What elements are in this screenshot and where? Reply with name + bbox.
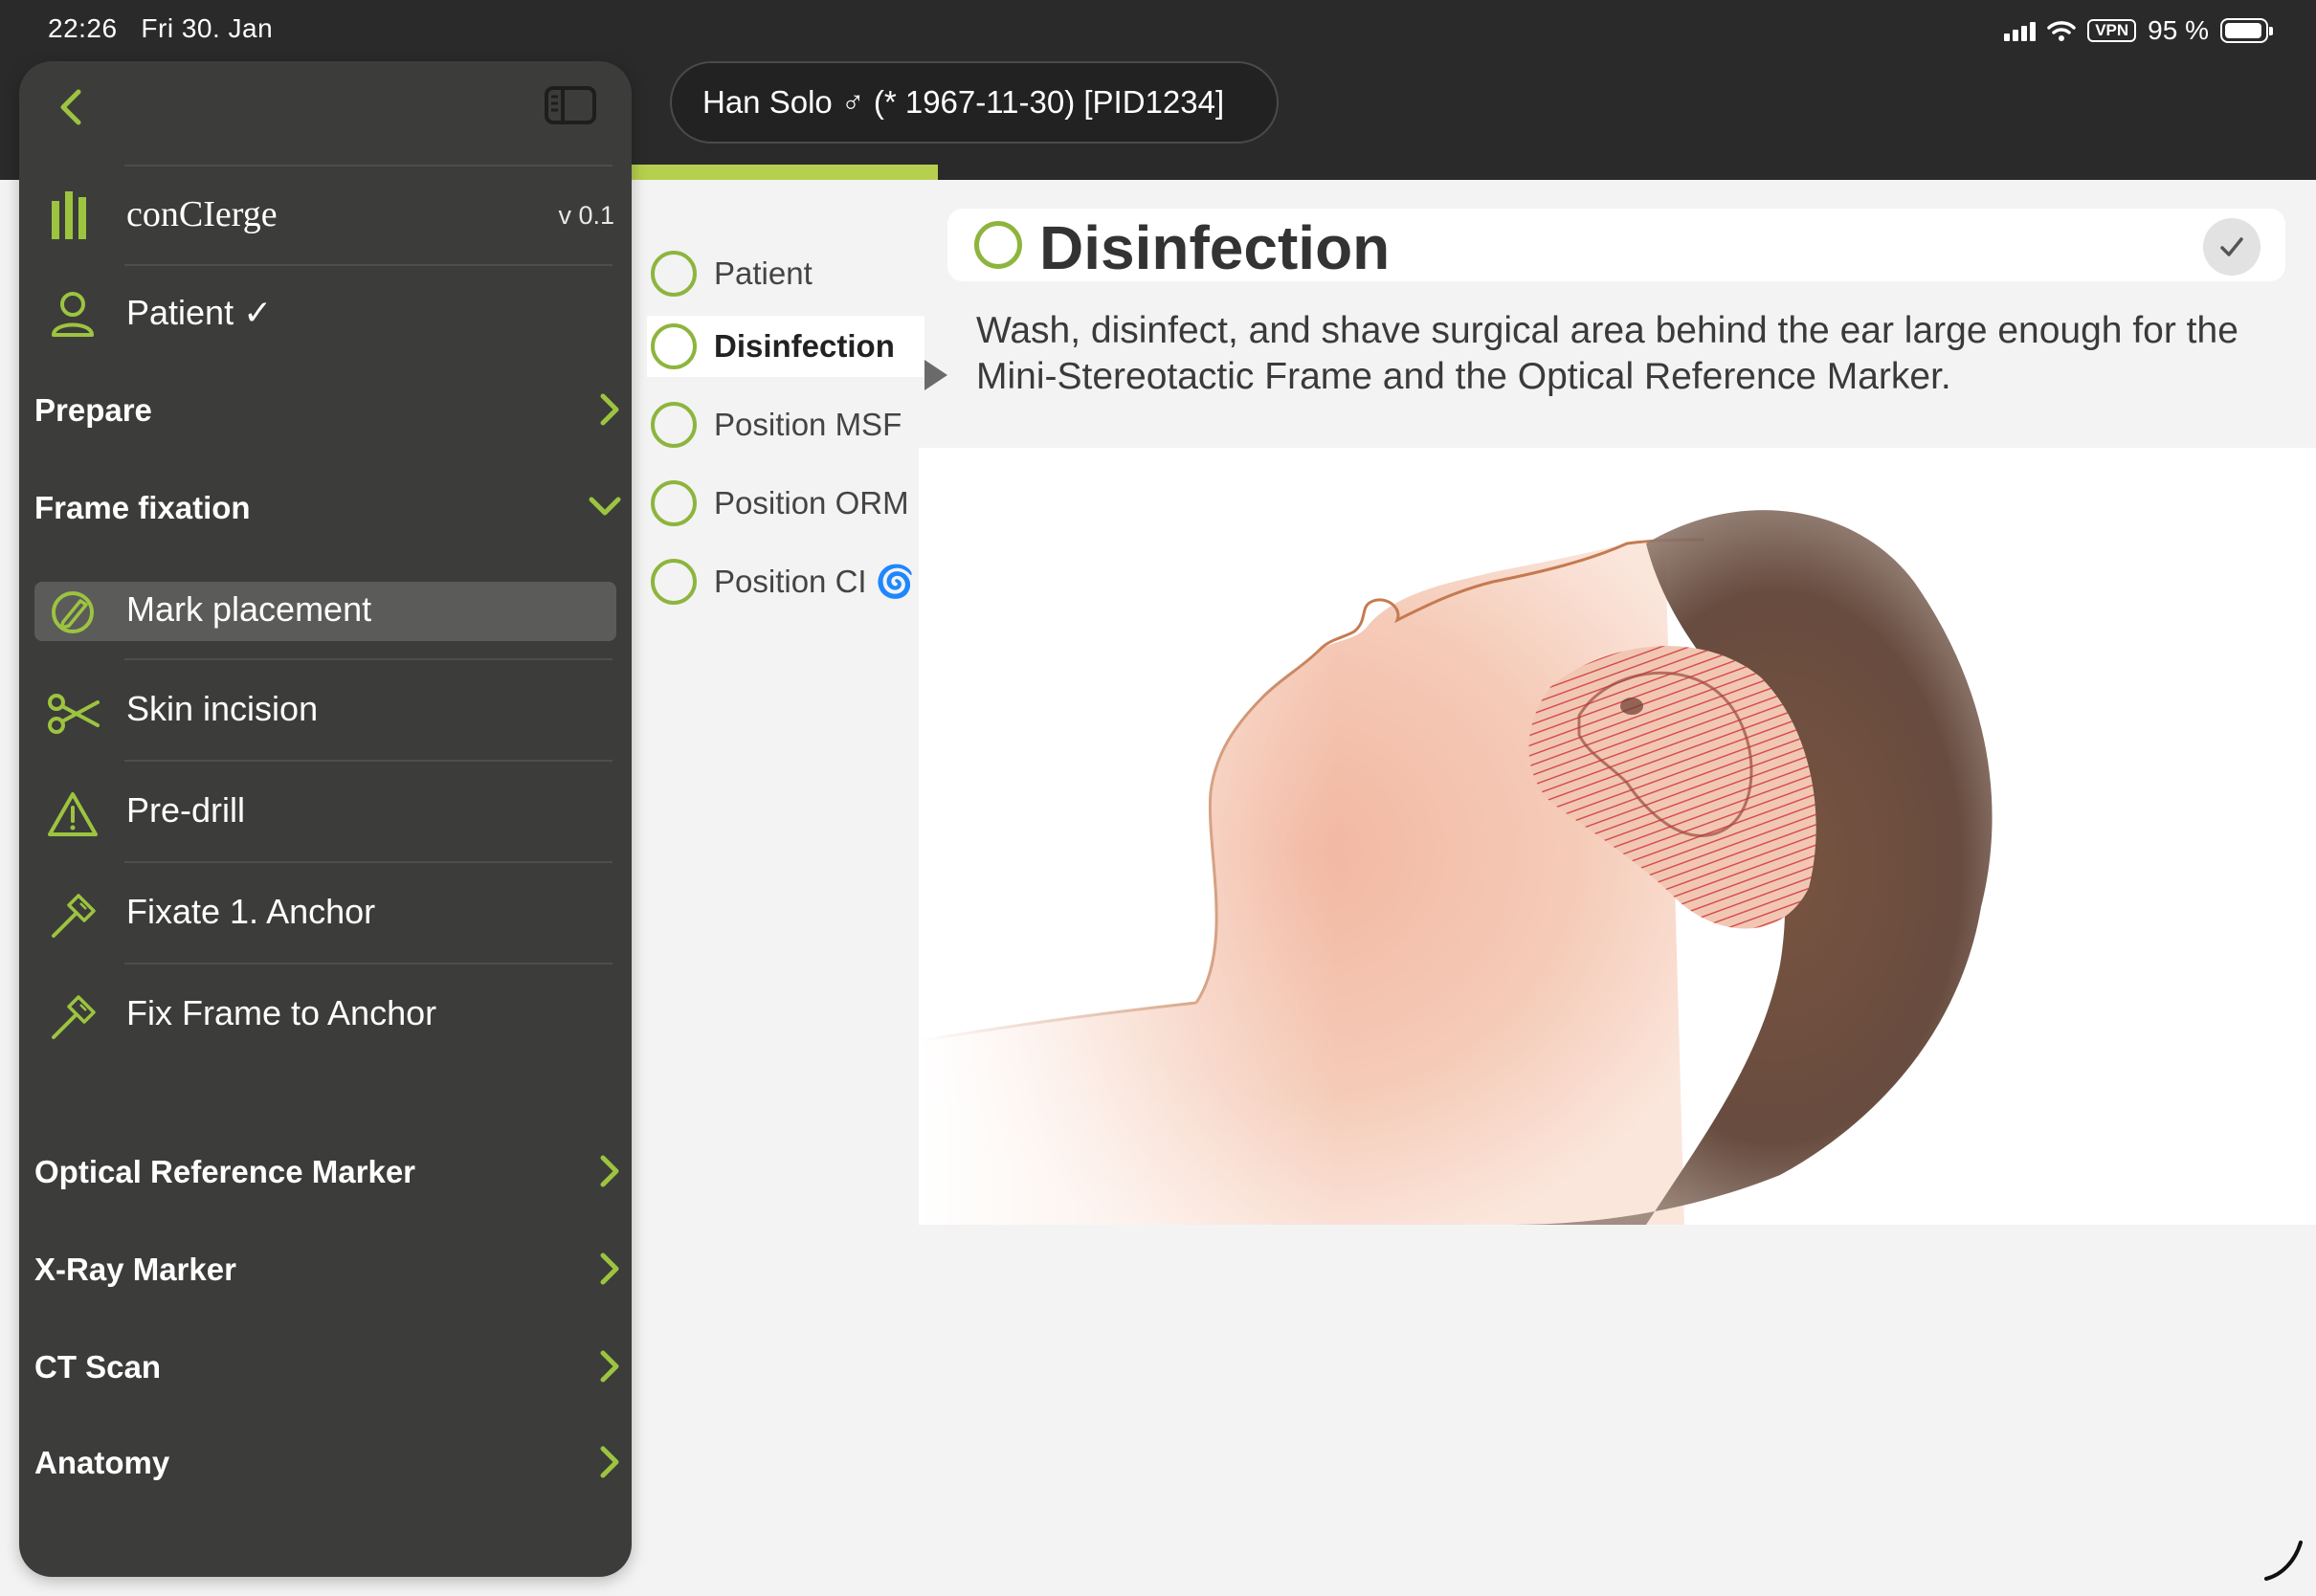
sidebar-section-anatomy[interactable]: Anatomy (19, 1420, 632, 1512)
chevron-right-icon (600, 1446, 619, 1478)
app-version: v 0.1 (558, 201, 614, 230)
chevron-right-icon (600, 1155, 619, 1187)
sidebar-item-label: Pre-drill (126, 790, 246, 830)
step-patient[interactable]: Patient (647, 243, 924, 304)
step-title-card: Disinfection (947, 209, 2285, 282)
sidebar-section-ct-scan[interactable]: CT Scan (19, 1324, 632, 1416)
sidebar-section-label: X-Ray Marker (34, 1252, 236, 1287)
divider (124, 760, 612, 762)
sidebar-section-x-ray-marker[interactable]: X-Ray Marker (19, 1227, 632, 1319)
sidebar-section-frame-fixation[interactable]: Frame fixation (19, 463, 632, 555)
chevron-down-icon (589, 497, 621, 516)
step-label: Position MSF (714, 407, 902, 442)
sidebar-section-prepare[interactable]: Prepare (19, 366, 632, 457)
step-label: Position ORM (714, 485, 909, 521)
step-label: Disinfection (714, 328, 895, 364)
sidebar-item-patient[interactable]: Patient ✓ (19, 264, 632, 366)
person-icon (52, 292, 94, 337)
complete-step-button[interactable] (2203, 218, 2260, 276)
patient-header-pill[interactable]: Han Solo ♂ (* 1967-11-30) [PID1234] (670, 61, 1279, 144)
battery-level-fill (2225, 23, 2261, 38)
sidebar-section-label: Optical Reference Marker (34, 1154, 416, 1189)
chevron-right-icon (600, 1252, 619, 1285)
screwdriver-icon (52, 894, 96, 938)
scissors-icon (48, 694, 100, 734)
status-time: 22:26 Fri 30. Jan (48, 13, 273, 44)
sidebar: conCIerge v 0.1 Patient ✓ Prepare Frame … (19, 61, 632, 1577)
sidebar-item-label: Fix Frame to Anchor (126, 993, 437, 1032)
battery-icon (2220, 18, 2273, 43)
sidebar-section-optical-reference-marker[interactable]: Optical Reference Marker (19, 1129, 632, 1221)
divider (124, 963, 612, 964)
checkmark-icon (2220, 237, 2243, 256)
sidebar-section-label: Frame fixation (34, 490, 251, 525)
wifi-icon (2047, 21, 2076, 41)
vpn-badge: VPN (2087, 19, 2137, 42)
chevron-right-icon (600, 393, 619, 426)
step-status-circle-icon (651, 402, 697, 448)
step-status-circle-icon (651, 480, 697, 526)
app-brand-row: conCIerge v 0.1 (19, 168, 632, 264)
sidebar-section-label: Anatomy (34, 1445, 170, 1480)
battery-percent: 95 % (2148, 15, 2209, 45)
marker-target-icon (52, 591, 94, 633)
status-indicators: VPN 95 % (2004, 13, 2273, 48)
patient-header-label: Han Solo ♂ (* 1967-11-30) [PID1234] (702, 84, 1225, 120)
clock-date: Fri 30. Jan (141, 13, 274, 43)
chevron-right-icon (600, 1350, 619, 1383)
step-position-ci[interactable]: Position CI 🌀 (647, 551, 924, 612)
head-profile-illustration (918, 448, 2316, 1225)
sidebar-item-skin-incision[interactable]: Skin incision (19, 670, 632, 756)
divider (124, 165, 612, 166)
screwdriver-icon (52, 995, 96, 1039)
sidebar-item-fixate-anchor[interactable]: Fixate 1. Anchor (19, 873, 632, 959)
step-label: Patient (714, 255, 813, 291)
sidebar-item-label: Patient ✓ (126, 293, 273, 332)
chevron-left-icon[interactable] (48, 82, 98, 132)
step-status-circle-icon (651, 559, 697, 605)
sidebar-item-pre-drill[interactable]: Pre-drill (19, 771, 632, 857)
clock-time: 22:26 (48, 13, 118, 43)
sidebar-section-label: Prepare (34, 392, 152, 428)
app-logo-icon (52, 191, 86, 239)
cursor-pointer-icon (924, 360, 947, 390)
step-position-msf[interactable]: Position MSF (647, 394, 924, 455)
sidebar-item-mark-placement[interactable]: Mark placement (19, 574, 632, 651)
step-position-orm[interactable]: Position ORM (647, 473, 924, 534)
step-disinfection[interactable]: Disinfection (647, 316, 924, 377)
sidebar-item-label: Skin incision (126, 689, 319, 728)
step-status-circle-icon (651, 251, 697, 297)
sidebar-toggle-icon[interactable] (544, 82, 597, 128)
sidebar-item-label: Mark placement (126, 589, 372, 629)
step-label: Position CI 🌀 (714, 563, 915, 599)
app-name: conCIerge (126, 194, 278, 234)
divider (124, 861, 612, 863)
resize-handle-icon (2264, 1541, 2303, 1581)
head-illustration (918, 448, 2316, 1225)
sidebar-item-fix-frame[interactable]: Fix Frame to Anchor (19, 974, 632, 1060)
divider (124, 658, 612, 660)
sidebar-section-label: CT Scan (34, 1349, 162, 1385)
warning-triangle-icon (48, 792, 98, 836)
page-title: Disinfection (1039, 213, 1391, 282)
cellular-signal-icon (2004, 20, 2037, 41)
step-description: Wash, disinfect, and shave surgical area… (976, 310, 2238, 397)
sidebar-item-label: Fixate 1. Anchor (126, 892, 376, 931)
step-status-circle-icon (974, 221, 1022, 269)
step-status-circle-icon (651, 323, 697, 369)
workflow-progress-bar (632, 165, 938, 180)
